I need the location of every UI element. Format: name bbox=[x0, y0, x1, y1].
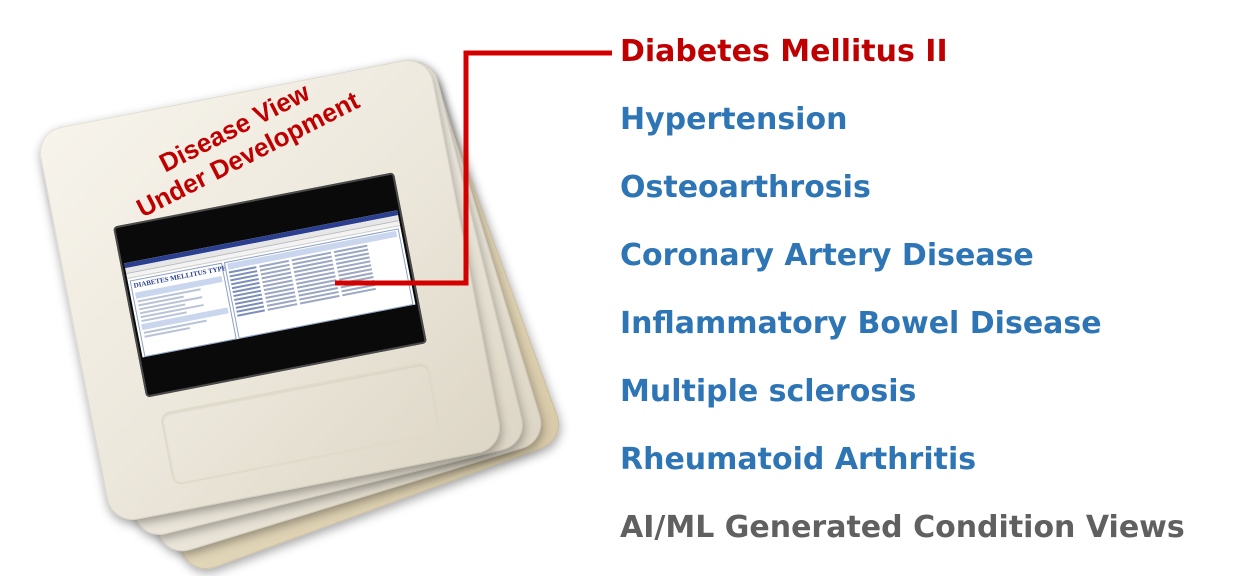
condition-list: Diabetes Mellitus II Hypertension Osteoa… bbox=[620, 30, 1185, 574]
condition-osteoarthrosis[interactable]: Osteoarthrosis bbox=[620, 166, 1185, 234]
screenshot-left-panel: DIABETES MELLITUS TYPE II bbox=[129, 263, 237, 358]
condition-coronary-artery-disease[interactable]: Coronary Artery Disease bbox=[620, 234, 1185, 302]
slide-front: Disease View Under Development DIABETES … bbox=[35, 55, 505, 525]
disease-view-screenshot: DIABETES MELLITUS TYPE II bbox=[124, 210, 416, 358]
condition-ai-ml-generated-views[interactable]: AI/ML Generated Condition Views bbox=[620, 506, 1185, 574]
condition-inflammatory-bowel-disease[interactable]: Inflammatory Bowel Disease bbox=[620, 302, 1185, 370]
condition-diabetes-mellitus-ii[interactable]: Diabetes Mellitus II bbox=[620, 30, 1185, 98]
condition-multiple-sclerosis[interactable]: Multiple sclerosis bbox=[620, 370, 1185, 438]
slide-stack: Disease View Under Development DIABETES … bbox=[0, 0, 600, 576]
condition-hypertension[interactable]: Hypertension bbox=[620, 98, 1185, 166]
condition-rheumatoid-arthritis[interactable]: Rheumatoid Arthritis bbox=[620, 438, 1185, 506]
